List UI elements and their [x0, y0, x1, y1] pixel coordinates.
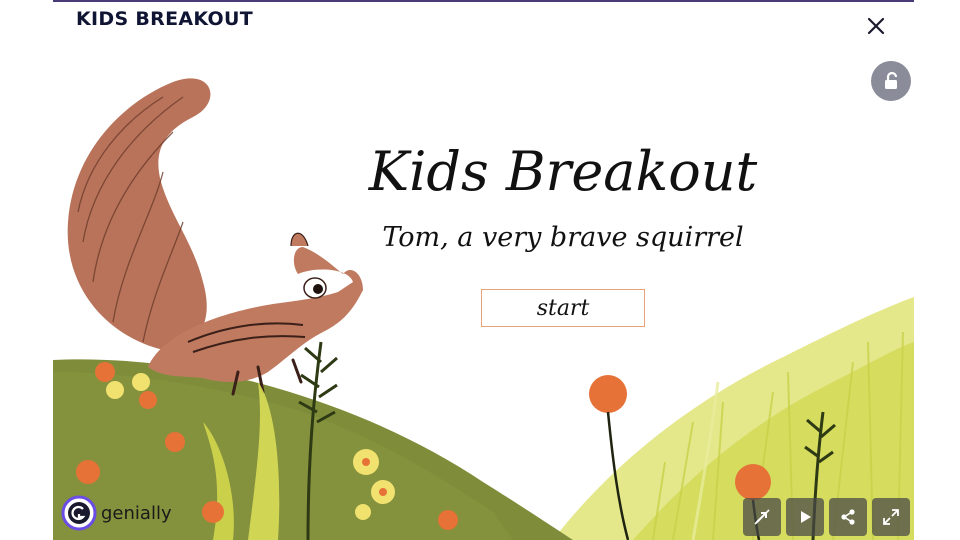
presentation-canvas: Kids Breakout Tom, a very brave squirrel… — [53, 42, 914, 540]
interactivity-off-icon[interactable] — [743, 498, 781, 536]
top-border — [53, 0, 914, 2]
share-icon[interactable] — [829, 498, 867, 536]
app-title: KIDS BREAKOUT — [76, 8, 253, 30]
genially-logo-icon — [61, 495, 97, 531]
presentation-subtitle: Tom, a very brave squirrel — [382, 222, 744, 253]
play-icon[interactable] — [786, 498, 824, 536]
player-controls — [743, 498, 910, 536]
fullscreen-icon[interactable] — [872, 498, 910, 536]
logo-text: genially — [101, 502, 172, 524]
close-icon[interactable] — [862, 12, 890, 40]
genially-logo[interactable]: genially — [61, 494, 172, 532]
presentation-title: Kids Breakout — [368, 140, 758, 203]
unlock-icon[interactable] — [871, 61, 911, 101]
start-button[interactable]: start — [481, 289, 645, 327]
